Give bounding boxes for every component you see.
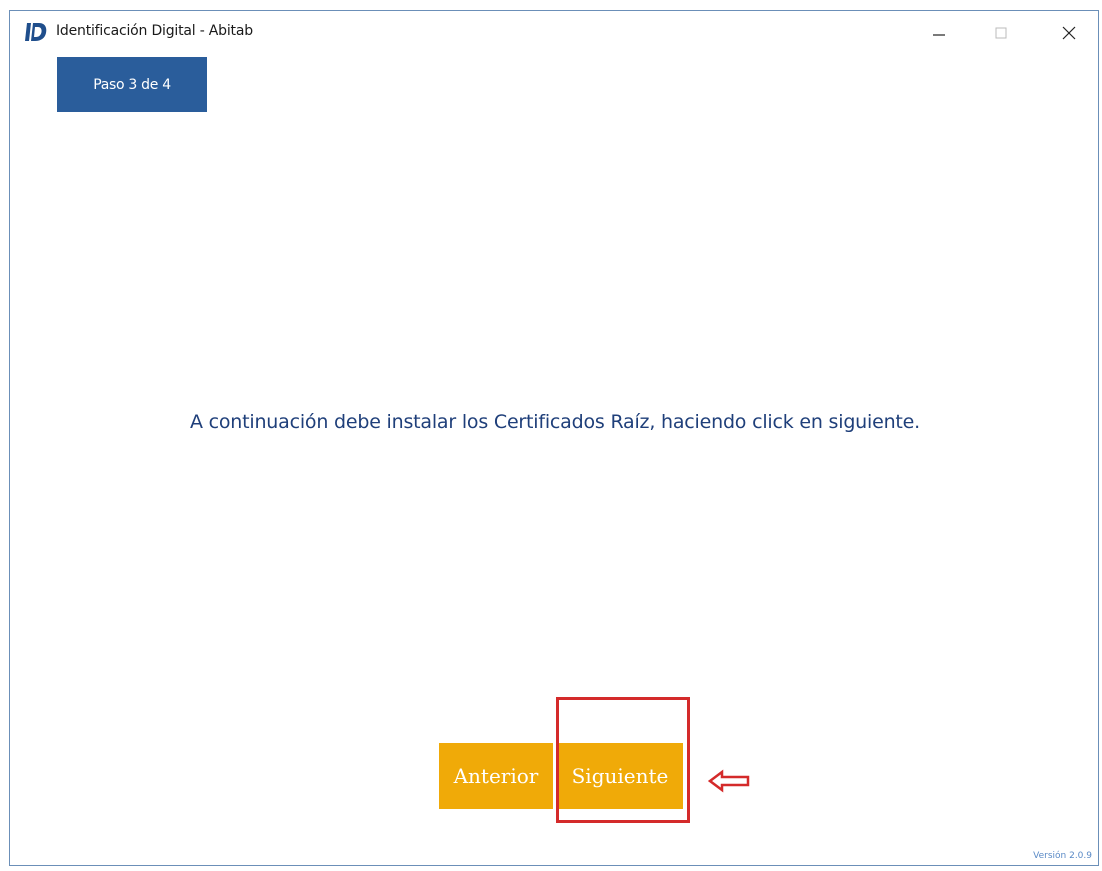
- window-title: Identificación Digital - Abitab: [56, 23, 253, 39]
- maximize-button[interactable]: [978, 17, 1024, 49]
- id-logo-icon: [25, 23, 47, 41]
- title-bar[interactable]: Identificación Digital - Abitab: [10, 11, 1098, 55]
- version-label: Versión 2.0.9: [1033, 851, 1092, 861]
- next-button-label: Siguiente: [571, 764, 669, 788]
- previous-button-label: Anterior: [453, 764, 539, 788]
- minimize-icon: [933, 34, 945, 36]
- app-window: Identificación Digital - Abitab Paso 3 d…: [9, 10, 1099, 866]
- step-indicator: Paso 3 de 4: [57, 57, 207, 112]
- previous-button[interactable]: Anterior: [439, 743, 553, 809]
- next-button[interactable]: Siguiente: [557, 743, 683, 809]
- close-icon: [1062, 26, 1076, 40]
- instruction-message: A continuación debe instalar los Certifi…: [189, 411, 921, 433]
- minimize-button[interactable]: [916, 17, 962, 49]
- close-button[interactable]: [1046, 17, 1092, 49]
- step-label: Paso 3 de 4: [93, 76, 171, 93]
- maximize-icon: [995, 27, 1007, 39]
- annotation-arrow-icon: [708, 769, 750, 793]
